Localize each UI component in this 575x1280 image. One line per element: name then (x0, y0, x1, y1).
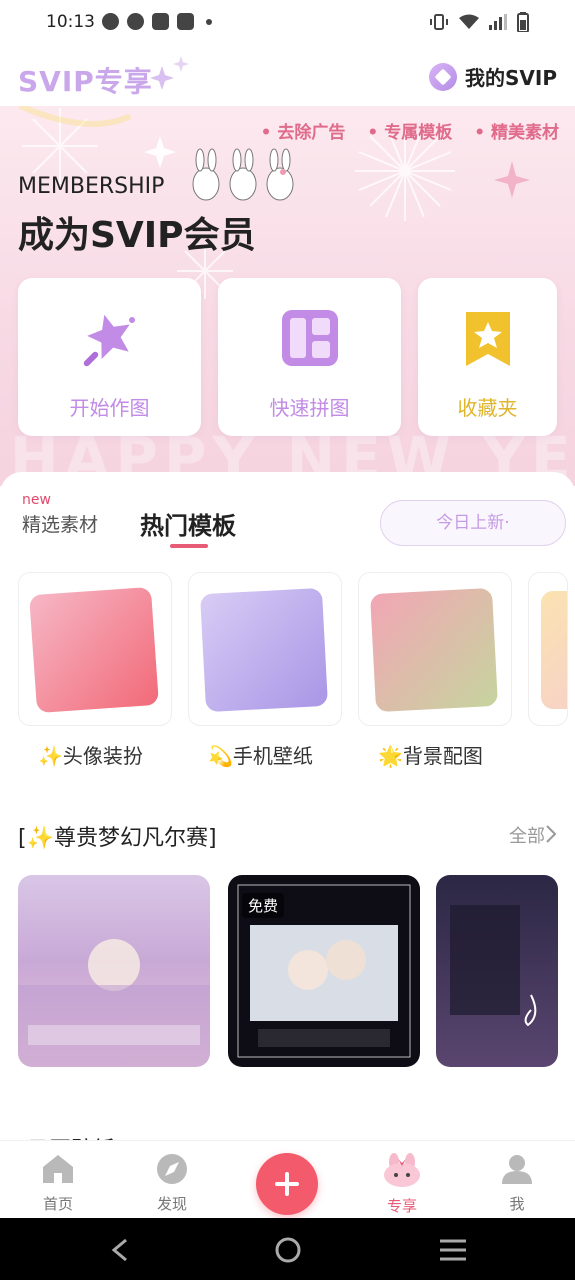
my-svip-label: 我的SVIP (465, 66, 557, 90)
category-card-avatar[interactable] (18, 572, 172, 726)
notification-icons (102, 13, 212, 30)
bunny-icon (384, 1153, 420, 1187)
template-card[interactable] (18, 875, 210, 1067)
user-icon (502, 1155, 532, 1184)
start-drawing-label: 开始作图 (69, 396, 150, 420)
template-card[interactable] (436, 875, 558, 1067)
home-icon (43, 1155, 73, 1183)
become-svip-title: 成为SVIP会员 (18, 215, 256, 256)
category-card-wallpaper[interactable] (188, 572, 342, 726)
today-new-button[interactable]: 今日上新· (380, 500, 566, 546)
signal-icon (489, 14, 507, 30)
wallpaper-thumbnail (199, 587, 329, 713)
membership-label: MEMBERSHIP (18, 174, 165, 199)
tab-hot-templates[interactable]: 热门模板 (140, 506, 236, 541)
page-header: SVIP专享 我的SVIP (0, 48, 575, 106)
active-tab-indicator (170, 544, 208, 548)
nav-home[interactable]: 首页 (18, 1153, 98, 1214)
bunny-illustration (192, 148, 294, 201)
category-card-background[interactable] (358, 572, 512, 726)
favorites-button[interactable]: 收藏夹 (418, 278, 557, 436)
benefit-item: 去除广告 (261, 118, 345, 143)
status-bar: 10:13 (0, 0, 575, 48)
message-icon (102, 13, 119, 30)
tab-featured-materials[interactable]: 精选素材 (22, 510, 98, 537)
my-svip-button[interactable]: 我的SVIP (429, 62, 557, 91)
benefit-list: 去除广告 专属模板 精美素材 (261, 118, 559, 143)
nav-svip-exclusive[interactable]: 专享 (362, 1153, 442, 1216)
quick-collage-button[interactable]: 快速拼图 (218, 278, 401, 436)
system-icons (429, 12, 529, 32)
music-card-image (450, 905, 537, 1027)
membership-banner[interactable]: HAPPY NEW YEAR 去除广告 专属模板 精美素材 MEMBERSHIP… (0, 106, 575, 486)
category-label: 💫手机壁纸 (208, 744, 313, 768)
background-thumbnail (369, 587, 499, 713)
collage-grid-icon (281, 310, 338, 366)
bookmark-star-icon (465, 312, 510, 366)
quick-collage-label: 快速拼图 (269, 396, 350, 420)
content-sheet: new 精选素材 热门模板 今日上新· ✨头像装扮 💫手机壁纸 🌟背景配图 [✨… (0, 472, 575, 1162)
benefit-item: 精美素材 (474, 118, 559, 143)
mail-icon (177, 13, 194, 30)
nav-label: 专享 (386, 1197, 417, 1215)
template-card[interactable]: 免费 (228, 875, 420, 1067)
category-label: ✨头像装扮 (38, 744, 143, 768)
avatar-thumbnail (29, 586, 159, 714)
home-circle-icon[interactable] (274, 1236, 302, 1264)
category-row: ✨头像装扮 💫手机壁纸 🌟背景配图 (0, 572, 575, 772)
recents-icon[interactable] (440, 1238, 466, 1262)
free-tag: 免费 (242, 893, 285, 918)
nav-label: 发现 (156, 1195, 187, 1213)
page-title: SVIP专享 (18, 65, 153, 98)
partial-thumbnail (541, 591, 567, 709)
content-tabs: new 精选素材 热门模板 今日上新· (0, 472, 575, 562)
section-title: [✨尊贵梦幻凡尔赛] (18, 826, 217, 851)
nav-me[interactable]: 我 (477, 1153, 557, 1214)
vibrate-icon (430, 14, 448, 30)
start-drawing-button[interactable]: 开始作图 (18, 278, 201, 436)
app-notification-icon (127, 13, 144, 30)
magic-wand-star-icon (83, 314, 135, 367)
sparkle-icon (150, 56, 189, 90)
nav-discover[interactable]: 发现 (132, 1153, 212, 1214)
category-label: 🌟背景配图 (378, 744, 483, 768)
more-notifications-icon (206, 18, 212, 25)
back-icon[interactable] (110, 1238, 130, 1262)
system-navigation-bar (0, 1218, 575, 1280)
nav-label: 首页 (42, 1195, 73, 1213)
status-time: 10:13 (46, 12, 95, 32)
category-card-partial[interactable] (528, 572, 568, 726)
compass-icon (157, 1154, 187, 1184)
chevron-right-icon[interactable] (545, 824, 557, 844)
mail-icon (152, 13, 169, 30)
diamond-icon (429, 62, 458, 91)
battery-icon (517, 12, 529, 32)
create-plus-button[interactable] (256, 1153, 318, 1215)
wifi-icon (459, 14, 479, 29)
bottom-navigation: 首页 发现 专享 我 (0, 1140, 575, 1218)
benefit-item: 专属模板 (367, 118, 452, 143)
new-badge: new (22, 492, 51, 508)
nav-label: 我 (509, 1195, 525, 1213)
favorites-label: 收藏夹 (457, 396, 518, 420)
sunset-sea-image (18, 939, 210, 1067)
section-all-link[interactable]: 全部 (509, 822, 545, 848)
